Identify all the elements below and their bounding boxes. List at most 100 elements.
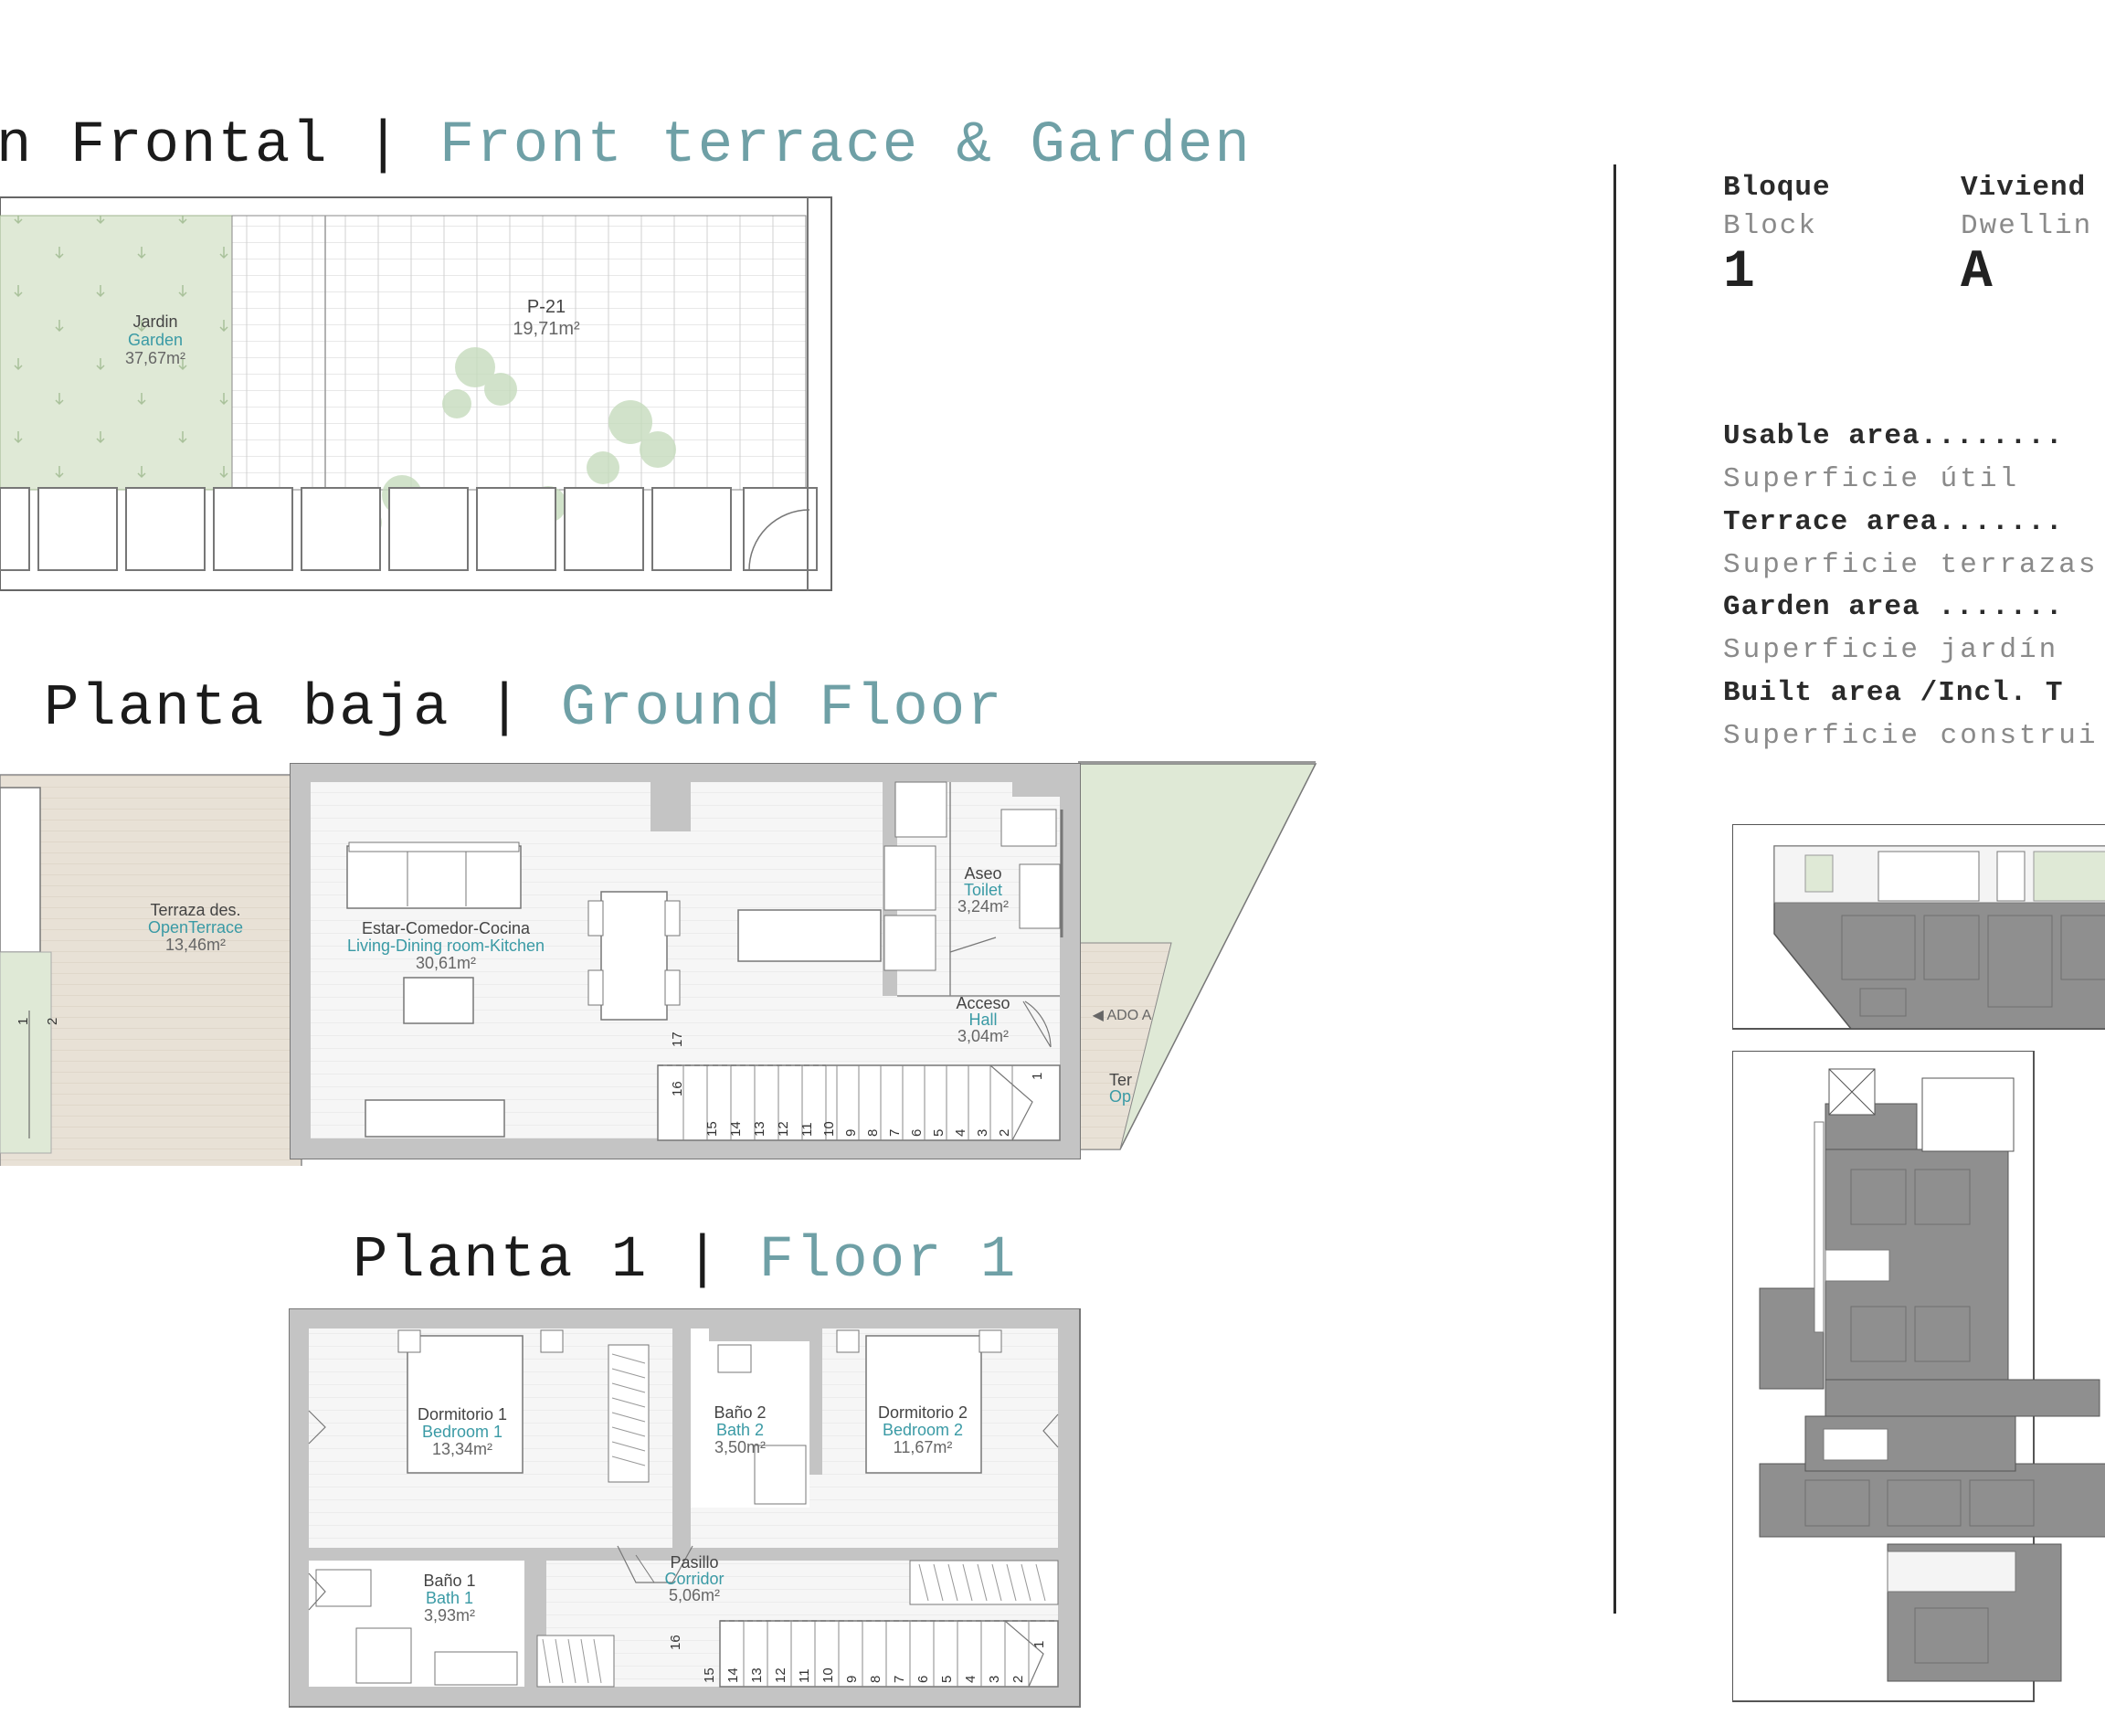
heading-en: Floor 1 xyxy=(758,1228,1018,1294)
step-number: 4 xyxy=(963,1676,978,1683)
garden-area-label: Garden area ....... xyxy=(1723,591,2064,623)
sofa xyxy=(346,845,522,909)
heading-separator: | xyxy=(684,1228,723,1294)
bedroom-1-area-value: 13,34m² xyxy=(432,1440,492,1458)
step-number: 5 xyxy=(931,1129,947,1137)
built-area-sub: Superficie construi xyxy=(1723,720,2099,752)
dining-table xyxy=(600,891,668,1021)
block-label: Bloque xyxy=(1723,172,1831,204)
mark-2: 2 xyxy=(45,1018,60,1025)
side-terrace-label-es: Ter xyxy=(1109,1071,1132,1089)
step-number: 3 xyxy=(987,1676,1002,1683)
corridor-area-value: 5,06m² xyxy=(669,1586,720,1604)
step-number: 9 xyxy=(843,1129,859,1137)
step-number: 8 xyxy=(868,1676,883,1683)
step-number: 11 xyxy=(797,1668,812,1683)
usable-area-sub: Superficie útil xyxy=(1723,463,2020,495)
pool xyxy=(0,787,41,953)
heading-floor-1: Planta 1 | Floor 1 xyxy=(353,1228,1017,1294)
step-number: 15 xyxy=(702,1667,717,1683)
corridor-label-en: Corridor xyxy=(664,1570,724,1588)
built-area-label: Built area /Incl. T xyxy=(1723,677,2064,709)
step-number: 16 xyxy=(668,1635,683,1650)
bath-2-label-en: Bath 2 xyxy=(716,1421,764,1439)
step-number: 14 xyxy=(728,1121,744,1137)
step-number: 16 xyxy=(670,1081,685,1096)
heading-es: Planta baja xyxy=(44,676,450,742)
bedroom-2-label-en: Bedroom 2 xyxy=(883,1421,963,1439)
open-terrace-area-value: 13,46m² xyxy=(165,936,226,954)
step-number: 8 xyxy=(865,1129,881,1137)
step-number: 1 xyxy=(1031,1641,1047,1648)
step-number: 15 xyxy=(704,1121,720,1137)
living-label-en: Living-Dining room-Kitchen xyxy=(347,937,545,955)
toilet-label-en: Toilet xyxy=(964,881,1002,899)
front-terrace-plan: Jardin Garden 37,67m² P-21 19,71m² xyxy=(0,196,832,591)
step-number: 13 xyxy=(749,1667,765,1683)
living-label-es: Estar-Comedor-Cocina xyxy=(362,919,531,937)
side-terrace-label-en: Op xyxy=(1109,1087,1131,1106)
toilet-area-value: 3,24m² xyxy=(957,897,1009,916)
block-value: 1 xyxy=(1723,243,1755,302)
bath-1-label-en: Bath 1 xyxy=(426,1589,473,1607)
parking-label: P-21 xyxy=(527,297,566,317)
garden-area-sub: Superficie jardín xyxy=(1723,634,2059,666)
dwelling-value: A xyxy=(1961,243,1993,302)
open-terrace-label-es: Terraza des. xyxy=(150,901,240,919)
panel-divider xyxy=(1613,164,1616,1614)
heading-es: Planta 1 xyxy=(353,1228,649,1294)
step-number: 14 xyxy=(725,1667,741,1683)
bedroom-2-label-es: Dormitorio 2 xyxy=(878,1403,968,1422)
bedroom-1-label-es: Dormitorio 1 xyxy=(418,1405,507,1424)
bedroom-2-area-value: 11,67m² xyxy=(894,1438,953,1456)
heading-en: Ground Floor xyxy=(560,676,1004,742)
ado-marker: ◀ ADO A xyxy=(1093,1008,1152,1023)
step-number: 12 xyxy=(773,1667,788,1683)
step-number: 2 xyxy=(997,1129,1012,1137)
parking-area xyxy=(231,215,807,491)
step-number: 7 xyxy=(887,1129,903,1137)
step-number: 10 xyxy=(821,1121,837,1137)
usable-area-label: Usable area........ xyxy=(1723,420,2064,452)
step-number: 17 xyxy=(670,1032,685,1047)
toilet-label-es: Aseo xyxy=(964,864,1001,883)
open-terrace-label-en: OpenTerrace xyxy=(148,918,243,937)
heading-es: n Frontal xyxy=(0,113,329,179)
step-number: 4 xyxy=(953,1129,968,1137)
step-number: 6 xyxy=(909,1129,925,1137)
living-area-value: 30,61m² xyxy=(416,954,476,972)
bath-1-area-value: 3,93m² xyxy=(424,1606,475,1625)
step-number: 11 xyxy=(799,1122,815,1137)
key-plan-horizontal xyxy=(1732,824,2105,1030)
floor-1-plan: 15 14 13 12 11 10 9 8 7 6 5 4 3 2 16 1 D… xyxy=(289,1308,1081,1708)
step-number: 2 xyxy=(1010,1676,1026,1683)
step-number: 13 xyxy=(752,1121,767,1137)
bath-2-area-value: 3,50m² xyxy=(714,1438,766,1456)
heading-ground-floor: Planta baja | Ground Floor xyxy=(44,676,1004,742)
bedroom-1-label-en: Bedroom 1 xyxy=(422,1423,502,1441)
terrace-area-label: Terrace area....... xyxy=(1723,506,2064,538)
step-number: 1 xyxy=(1030,1073,1045,1080)
garden-label-es: Jardin xyxy=(132,312,177,331)
terrace-area-sub: Superficie terrazas xyxy=(1723,549,2099,581)
garden-area-value: 37,67m² xyxy=(125,349,185,367)
parking-area-value: 19,71m² xyxy=(513,319,580,339)
ground-floor-plan: 1 2 15 14 13 12 11 10 9 8 7 6 5 4 3 2 16… xyxy=(0,761,1317,1166)
bath-1-label-es: Baño 1 xyxy=(423,1572,475,1590)
step-number: 10 xyxy=(820,1667,836,1683)
step-number: 12 xyxy=(776,1121,791,1137)
step-number: 9 xyxy=(844,1676,860,1683)
block-sub: Block xyxy=(1723,210,1818,242)
garden-area xyxy=(0,215,233,491)
mark-1: 1 xyxy=(16,1018,31,1025)
hall-area-value: 3,04m² xyxy=(957,1027,1009,1045)
dwelling-sub: Dwellin xyxy=(1961,210,2093,242)
heading-front-terrace: n Frontal | Front terrace & Garden xyxy=(0,113,1252,179)
corridor-label-es: Pasillo xyxy=(670,1553,718,1572)
hall-label-es: Acceso xyxy=(956,994,1010,1012)
staircase xyxy=(719,1620,1059,1688)
hall-label-en: Hall xyxy=(968,1011,997,1029)
key-plan-site xyxy=(1732,1051,2105,1702)
heading-en: Front terrace & Garden xyxy=(439,113,1252,179)
dwelling-label: Viviend xyxy=(1961,172,2087,204)
